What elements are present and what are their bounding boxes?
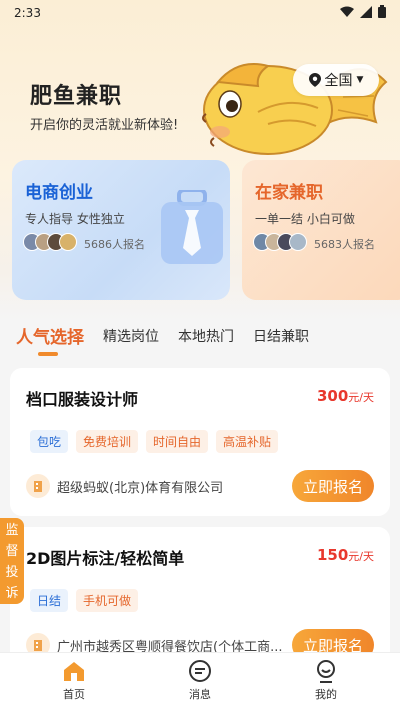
job-title: 档口服装设计师 bbox=[26, 390, 139, 409]
avatar-group bbox=[23, 233, 77, 251]
job-tag: 时间自由 bbox=[146, 430, 209, 453]
company-name: 超级蚂蚁(北京)体育有限公司 bbox=[57, 480, 224, 496]
avatar bbox=[59, 233, 77, 251]
home-job-card-count: 5683人报名 bbox=[314, 238, 375, 251]
job-tag: 手机可做 bbox=[76, 589, 139, 612]
job-tag: 免费培训 bbox=[76, 430, 139, 453]
location-selector[interactable]: 全国 ▼ bbox=[293, 64, 379, 96]
home-job-card-title: 在家兼职 bbox=[255, 183, 323, 203]
nav-home[interactable]: 首页 bbox=[44, 659, 104, 702]
home-job-card[interactable]: 在家兼职 一单一结 小白可做 5683人报名 bbox=[242, 160, 400, 300]
signal-icon bbox=[360, 5, 372, 21]
app-title: 肥鱼兼职 bbox=[30, 84, 123, 109]
salary-amount: 150 bbox=[316, 546, 349, 564]
job-tags: 包吃 免费培训 时间自由 高温补贴 bbox=[30, 430, 279, 453]
job-card[interactable]: 档口服装设计师 300元/天 包吃 免费培训 时间自由 高温补贴 超级蚂蚁(北京… bbox=[10, 368, 390, 516]
tab-featured[interactable]: 精选岗位 bbox=[103, 326, 159, 346]
job-tags: 日结 手机可做 bbox=[30, 589, 139, 612]
tab-local[interactable]: 本地热门 bbox=[178, 326, 234, 346]
tab-daily[interactable]: 日结兼职 bbox=[253, 326, 309, 346]
wifi-icon bbox=[340, 6, 354, 21]
app-subtitle: 开启你的灵活就业新体验! bbox=[30, 118, 179, 133]
location-pin-icon bbox=[308, 73, 321, 87]
briefcase-icon bbox=[161, 190, 223, 264]
ecommerce-card-desc: 专人指导 女性独立 bbox=[25, 212, 125, 226]
ecommerce-card-count: 5686人报名 bbox=[84, 238, 145, 251]
avatar bbox=[289, 233, 307, 251]
caret-down-icon: ▼ bbox=[356, 75, 364, 85]
job-tag: 日结 bbox=[30, 589, 69, 612]
salary-amount: 300 bbox=[316, 387, 349, 405]
home-job-card-desc: 一单一结 小白可做 bbox=[255, 212, 355, 226]
avatar-group bbox=[253, 233, 307, 251]
job-title: 2D图片标注/轻松简单 bbox=[26, 549, 185, 568]
ecommerce-card-title: 电商创业 bbox=[25, 183, 93, 203]
status-bar: 2:33 bbox=[0, 0, 400, 26]
nav-home-label: 首页 bbox=[63, 688, 85, 701]
building-icon bbox=[26, 474, 50, 498]
tab-popular[interactable]: 人气选择 bbox=[16, 323, 84, 348]
job-tabs: 人气选择 精选岗位 本地热门 日结兼职 bbox=[0, 320, 400, 360]
bottom-nav: 首页 消息 我的 bbox=[0, 652, 400, 712]
nav-profile[interactable]: 我的 bbox=[296, 659, 356, 702]
ecommerce-card[interactable]: 电商创业 专人指导 女性独立 5686人报名 bbox=[12, 160, 230, 300]
company-info: 超级蚂蚁(北京)体育有限公司 bbox=[26, 474, 223, 498]
salary-unit: 元/天 bbox=[348, 391, 374, 404]
job-salary: 150元/天 bbox=[317, 546, 374, 564]
tab-indicator bbox=[38, 352, 58, 356]
location-label: 全国 bbox=[324, 73, 353, 89]
status-time: 2:33 bbox=[14, 6, 41, 20]
job-salary: 300元/天 bbox=[317, 387, 374, 405]
home-icon bbox=[64, 662, 84, 681]
nav-profile-label: 我的 bbox=[315, 688, 337, 701]
job-card[interactable]: 2D图片标注/轻松简单 150元/天 日结 手机可做 广州市越秀区粤顺得餐饮店(… bbox=[10, 527, 390, 667]
message-icon bbox=[189, 660, 211, 682]
salary-unit: 元/天 bbox=[348, 550, 374, 563]
nav-messages[interactable]: 消息 bbox=[170, 659, 230, 702]
nav-messages-label: 消息 bbox=[189, 688, 211, 701]
job-tag: 高温补贴 bbox=[216, 430, 279, 453]
battery-icon bbox=[378, 5, 386, 21]
apply-button[interactable]: 立即报名 bbox=[292, 470, 374, 502]
complaint-label: 监督投诉 bbox=[5, 523, 19, 601]
complaint-tab[interactable]: 监督投诉 bbox=[0, 518, 24, 604]
job-tag: 包吃 bbox=[30, 430, 69, 453]
profile-icon bbox=[317, 660, 335, 683]
